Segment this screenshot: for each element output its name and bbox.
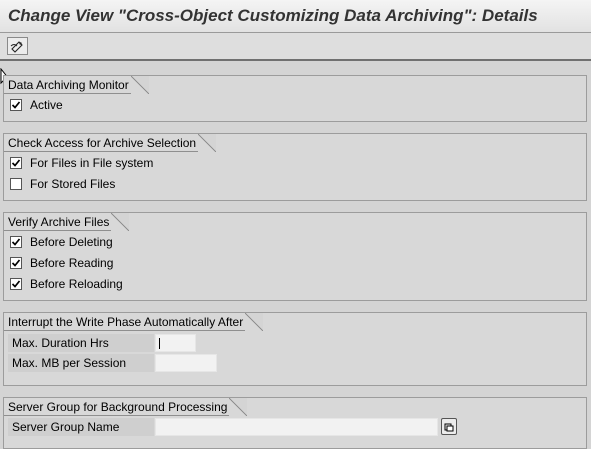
text-cursor xyxy=(159,338,160,349)
checkbox-label: Before Reloading xyxy=(30,277,123,291)
verify-archive-files-group: Verify Archive Files Before Deleting Bef… xyxy=(3,212,587,301)
group-title: Verify Archive Files xyxy=(4,213,130,231)
display-change-button[interactable] xyxy=(7,37,28,55)
data-archiving-monitor-group: Data Archiving Monitor Active xyxy=(3,75,587,122)
checkmark-icon xyxy=(11,280,21,288)
group-title: Data Archiving Monitor xyxy=(4,76,149,94)
checkbox-row-files-in-file-system[interactable]: For Files in File system xyxy=(10,155,153,171)
checkbox-row-active[interactable]: Active xyxy=(10,97,63,113)
checkbox-before-deleting[interactable] xyxy=(10,236,22,248)
checkbox-label: For Stored Files xyxy=(30,177,116,191)
interrupt-write-phase-group: Interrupt the Write Phase Automatically … xyxy=(3,312,587,386)
checkbox-active[interactable] xyxy=(10,99,22,111)
application-toolbar xyxy=(0,33,591,61)
window-title: Change View "Cross-Object Customizing Da… xyxy=(8,6,538,25)
checkbox-before-reloading[interactable] xyxy=(10,278,22,290)
checkmark-icon xyxy=(11,238,21,246)
checkbox-row-stored-files[interactable]: For Stored Files xyxy=(10,176,115,192)
group-title: Check Access for Archive Selection xyxy=(4,134,217,152)
server-group-name-label: Server Group Name xyxy=(8,418,154,436)
title-bar: Change View "Cross-Object Customizing Da… xyxy=(0,0,591,33)
max-mb-label: Max. MB per Session xyxy=(8,354,154,372)
group-title: Server Group for Background Processing xyxy=(4,398,248,416)
display-change-icon xyxy=(10,40,23,53)
checkbox-label: Before Reading xyxy=(30,256,114,270)
checkbox-row-before-deleting[interactable]: Before Deleting xyxy=(10,234,113,250)
checkbox-before-reading[interactable] xyxy=(10,257,22,269)
check-access-group: Check Access for Archive Selection For F… xyxy=(3,133,587,201)
checkmark-icon xyxy=(11,259,21,267)
max-mb-input[interactable] xyxy=(155,354,217,372)
checkbox-row-before-reloading[interactable]: Before Reloading xyxy=(10,276,123,292)
checkbox-stored-files[interactable] xyxy=(10,178,22,190)
max-duration-input[interactable] xyxy=(155,334,196,352)
max-duration-label: Max. Duration Hrs xyxy=(8,334,154,352)
server-group-name-input[interactable] xyxy=(155,418,438,436)
checkbox-files-in-file-system[interactable] xyxy=(10,157,22,169)
group-title: Interrupt the Write Phase Automatically … xyxy=(4,313,264,331)
checkmark-icon xyxy=(11,159,21,167)
checkbox-label: Before Deleting xyxy=(30,235,113,249)
checkbox-label: Active xyxy=(30,98,63,112)
value-help-button[interactable] xyxy=(441,418,457,435)
checkmark-icon xyxy=(11,101,21,109)
checkbox-label: For Files in File system xyxy=(30,156,154,170)
checkbox-row-before-reading[interactable]: Before Reading xyxy=(10,255,113,271)
server-group-group: Server Group for Background Processing S… xyxy=(3,397,587,449)
value-help-icon xyxy=(444,423,454,431)
